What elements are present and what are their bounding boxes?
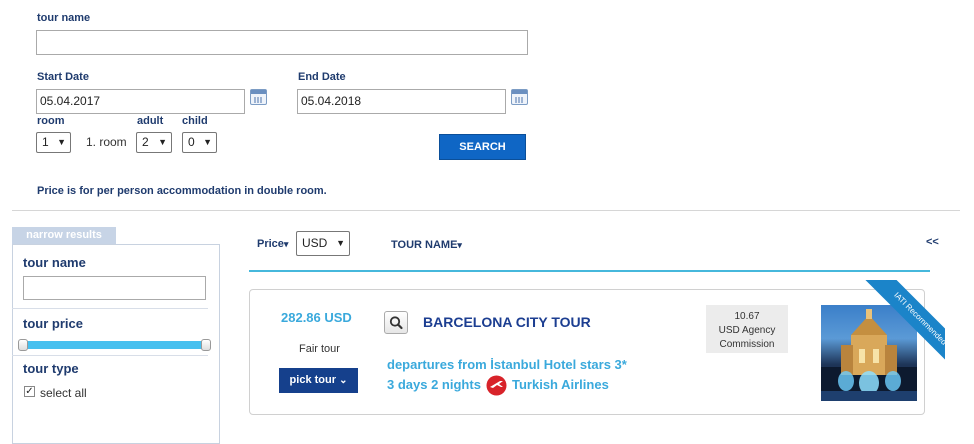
chevron-down-icon: ⌄ (339, 375, 348, 386)
sort-by-tour-name[interactable]: TOUR NAME▾ (391, 239, 462, 251)
pick-tour-button[interactable]: pick tour ⌄ (279, 368, 358, 393)
commission-currency-line: USD Agency (718, 325, 776, 336)
end-date-calendar-icon[interactable] (511, 89, 528, 105)
filter-tour-price-label: tour price (23, 316, 83, 331)
pick-tour-label: pick tour (289, 374, 336, 386)
price-type: Fair tour (299, 343, 340, 355)
start-date-label: Start Date (37, 71, 89, 83)
tour-details-line2: 3 days 2 nights (387, 377, 481, 392)
price-slider-min-handle[interactable] (18, 339, 28, 351)
adult-label: adult (137, 115, 164, 127)
collapse-link[interactable]: << (926, 236, 939, 248)
child-label: child (182, 115, 208, 127)
currency-select[interactable]: USD ▼ (296, 231, 350, 256)
room-select-value: 1 (42, 135, 49, 149)
commission-value: 10.67 (734, 311, 760, 322)
tour-details-line1: departures from İstanbul Hotel stars 3* (387, 357, 627, 372)
end-date-input[interactable]: 05.04.2018 (297, 89, 506, 114)
recommended-ribbon: IATI Recommended (850, 280, 945, 375)
section-divider (12, 210, 960, 211)
sort-tour-name-label: TOUR NAME (391, 239, 458, 251)
narrow-results-header: narrow results (12, 227, 116, 244)
price-note: Price is for per person accommodation in… (37, 185, 327, 197)
airline-name: Turkish Airlines (512, 377, 609, 392)
magnifier-button[interactable] (384, 311, 408, 334)
end-date-label: End Date (298, 71, 346, 83)
airline-logo-icon (486, 375, 507, 396)
select-all-checkbox[interactable]: ✓ (24, 386, 35, 397)
search-icon (389, 316, 403, 330)
chevron-down-icon: ▼ (203, 137, 212, 147)
tour-name-label: tour name (37, 12, 91, 24)
chevron-down-icon: ▾ (283, 239, 289, 249)
adult-select[interactable]: 2 ▼ (136, 132, 172, 153)
adult-select-value: 2 (142, 135, 149, 149)
recommended-ribbon-text: IATI Recommended (862, 280, 945, 375)
room-select[interactable]: 1 ▼ (36, 132, 71, 153)
commission-label: Commission (719, 339, 775, 350)
sort-price-label: Price (257, 238, 284, 250)
start-date-calendar-icon[interactable] (250, 89, 267, 105)
select-all-label: select all (40, 386, 87, 400)
filter-tour-name-label: tour name (23, 255, 86, 270)
filter-separator (12, 355, 208, 356)
price-range-slider[interactable] (22, 341, 206, 349)
chevron-down-icon: ▼ (336, 238, 345, 248)
child-select[interactable]: 0 ▼ (182, 132, 217, 153)
price-slider-max-handle[interactable] (201, 339, 211, 351)
tour-name-input[interactable] (36, 30, 528, 55)
child-select-value: 0 (188, 135, 195, 149)
filter-tour-name-input[interactable] (23, 276, 206, 300)
sort-by-price[interactable]: Price▾ (257, 238, 288, 250)
start-date-input[interactable]: 05.04.2017 (36, 89, 245, 114)
results-rule (249, 270, 930, 272)
filter-tour-type-label: tour type (23, 361, 79, 376)
chevron-down-icon: ▾ (457, 240, 462, 250)
currency-value: USD (302, 236, 328, 250)
agency-commission-box: 10.67 USD Agency Commission (706, 305, 788, 353)
filter-separator (12, 308, 208, 309)
tour-price: 282.86 USD (281, 310, 352, 325)
room-label: room (37, 115, 65, 127)
room-index-text: 1. room (86, 135, 127, 149)
tour-title[interactable]: BARCELONA CITY TOUR (423, 314, 591, 330)
chevron-down-icon: ▼ (158, 137, 167, 147)
search-button[interactable]: SEARCH (439, 134, 526, 160)
chevron-down-icon: ▼ (57, 137, 66, 147)
